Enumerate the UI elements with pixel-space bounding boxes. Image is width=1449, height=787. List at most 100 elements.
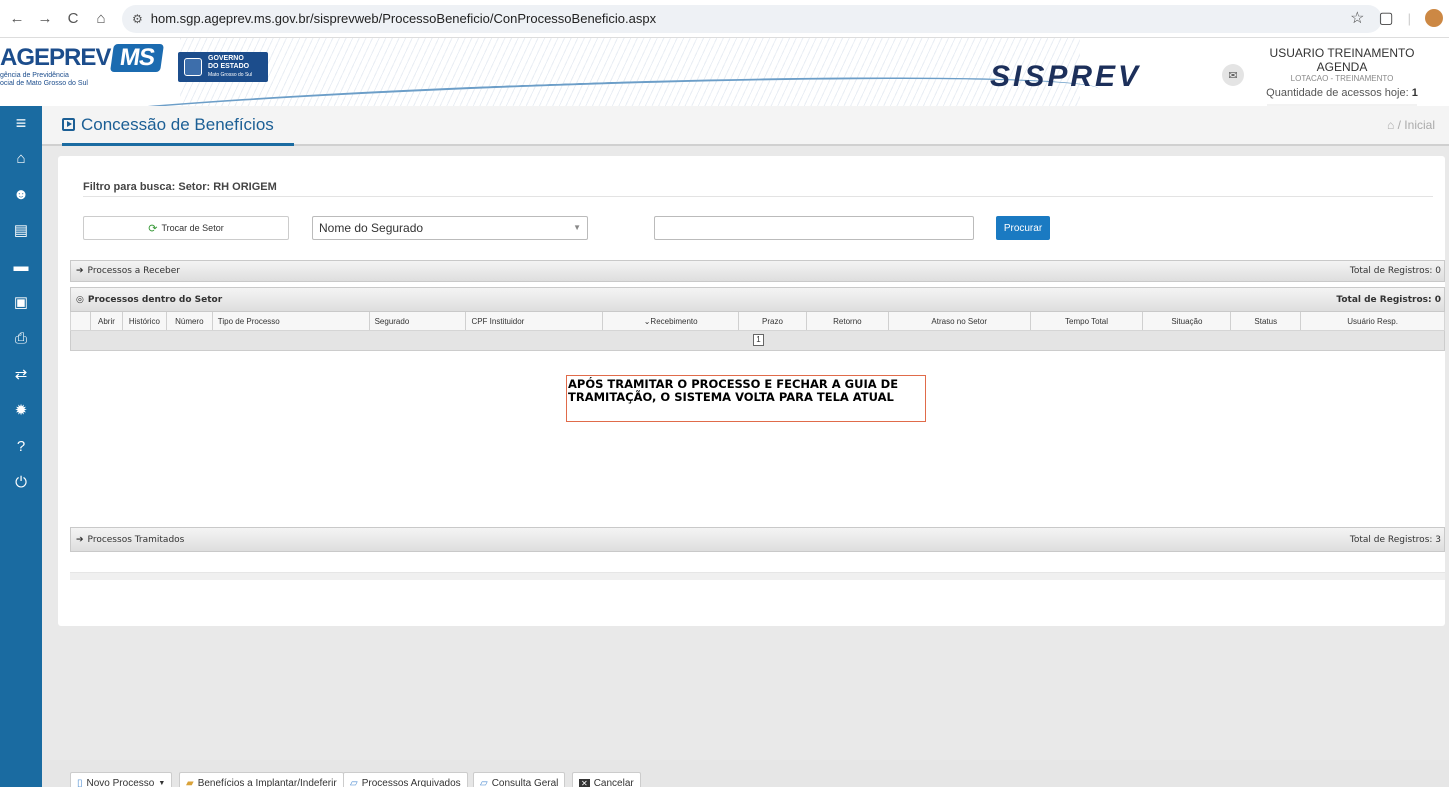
- users-icon[interactable]: ☻: [0, 176, 42, 212]
- procurar-button[interactable]: Procurar: [996, 216, 1050, 240]
- trocar-setor-button[interactable]: ⟳ Trocar de Setor: [83, 216, 289, 240]
- folder-icon: ▰: [186, 777, 194, 787]
- home-icon[interactable]: ⌂: [90, 8, 112, 30]
- governo-logo: GOVERNO DO ESTADO Mato Grosso do Sul: [178, 52, 268, 82]
- gear-icon[interactable]: ✹: [0, 392, 42, 428]
- help-icon[interactable]: ?: [0, 428, 42, 464]
- user-name: USUARIO TREINAMENTO AGENDA: [1269, 46, 1415, 74]
- annotation-box: APÓS TRAMITAR O PROCESSO E FECHAR A GUIA…: [566, 375, 926, 422]
- col-cpf-instituidor[interactable]: CPF Instituidor: [466, 312, 604, 330]
- sidebar: ≡ ⌂ ☻ ▤ ▬ ▣ ⎙ ⇄ ✹ ? ⏻: [0, 106, 42, 787]
- money-icon[interactable]: ▣: [0, 284, 42, 320]
- filter-divider: [83, 196, 1433, 197]
- processes-table-header: Abrir Histórico Número Tipo de Processo …: [70, 312, 1445, 331]
- col-numero[interactable]: Número: [167, 312, 213, 330]
- address-bar[interactable]: ⚙ hom.sgp.ageprev.ms.gov.br/sisprevweb/P…: [122, 4, 1382, 33]
- archive-icon[interactable]: ▬: [0, 248, 42, 284]
- annotation-line-2: TRAMITAÇÃO, O SISTEMA VOLTA PARA TELA AT…: [568, 390, 894, 404]
- cancelar-button[interactable]: ✕ Cancelar: [572, 772, 641, 787]
- chevron-down-icon: ▼: [573, 223, 581, 232]
- mail-icon[interactable]: ✉: [1222, 64, 1244, 86]
- sign-in-icon: ➔: [76, 534, 84, 545]
- building-icon[interactable]: ▤: [0, 212, 42, 248]
- section-processos-a-receber[interactable]: ➔ Processos a Receber Total de Registros…: [70, 260, 1445, 282]
- beneficios-implantar-button[interactable]: ▰ Benefícios a Implantar/Indeferir: [179, 772, 344, 787]
- col-situacao[interactable]: Situação: [1143, 312, 1232, 330]
- col-status[interactable]: Status: [1231, 312, 1302, 330]
- gov-line-3: Mato Grosso do Sul: [208, 72, 253, 78]
- power-circle-icon: ◎: [76, 294, 84, 305]
- power-icon[interactable]: ⏻: [0, 464, 42, 500]
- forward-icon[interactable]: →: [34, 8, 56, 30]
- sort-down-icon: ⌄: [643, 316, 651, 326]
- col-prazo[interactable]: Prazo: [739, 312, 807, 330]
- close-icon: ✕: [579, 778, 590, 787]
- state-seal-icon: [184, 58, 202, 76]
- url-text: hom.sgp.ageprev.ms.gov.br/sisprevweb/Pro…: [150, 11, 657, 26]
- site-settings-icon[interactable]: ⚙: [132, 12, 143, 26]
- search-input[interactable]: [654, 216, 974, 240]
- tramitados-empty-row: [70, 572, 1445, 580]
- gov-line-2: DO ESTADO: [208, 63, 250, 70]
- ageprev-logo[interactable]: AGEPREV MS gência de Previdência ocial de…: [0, 44, 165, 88]
- user-info: USUARIO TREINAMENTO AGENDA LOTACAO - TRE…: [1252, 46, 1432, 106]
- profile-avatar[interactable]: [1425, 9, 1443, 27]
- breadcrumb: ⌂ / Inicial: [1387, 118, 1435, 132]
- novo-processo-label: Novo Processo: [86, 777, 155, 787]
- access-count: Quantidade de acessos hoje: 1: [1252, 87, 1432, 99]
- section-processos-tramitados[interactable]: ➔ Processos Tramitados Total de Registro…: [70, 527, 1445, 552]
- section-dentro-total: Total de Registros: 0: [1336, 294, 1441, 305]
- bookmark-star-icon[interactable]: ☆: [1350, 8, 1364, 28]
- bottom-toolbar: ▯ Novo Processo ▼ ▰ Benefícios a Implant…: [42, 760, 1449, 787]
- col-usuario-resp[interactable]: Usuário Resp.: [1301, 312, 1444, 330]
- back-icon[interactable]: ←: [6, 8, 28, 30]
- extensions-icon[interactable]: ▢: [1378, 8, 1393, 28]
- search-doc-icon: ▱: [480, 777, 488, 787]
- logo-main-text: AGEPREV: [0, 44, 111, 71]
- page-title-bar: Concessão de Benefícios ⌂ / Inicial: [42, 106, 1449, 146]
- section-tramitados-total: Total de Registros: 3: [1349, 534, 1441, 545]
- section-dentro-label: Processos dentro do Setor: [87, 294, 223, 305]
- archive-search-icon: ▱: [350, 777, 358, 787]
- user-lotacao: LOTACAO - TREINAMENTO: [1290, 74, 1394, 83]
- exchange-icon[interactable]: ⇄: [0, 356, 42, 392]
- logo-ms-text: MS: [110, 44, 165, 72]
- arquivados-label: Processos Arquivados: [361, 777, 461, 787]
- browser-toolbar: ← → C ⌂ ⚙ hom.sgp.ageprev.ms.gov.br/sisp…: [0, 0, 1449, 38]
- new-file-icon: ▯: [77, 777, 83, 787]
- col-recebimento[interactable]: ⌄ Recebimento: [603, 312, 740, 330]
- page-title-text: Concessão de Benefícios: [81, 114, 274, 134]
- beneficios-label: Benefícios a Implantar/Indeferir: [197, 777, 337, 787]
- breadcrumb-inicial[interactable]: / Inicial: [1398, 118, 1435, 132]
- section-processos-dentro-do-setor[interactable]: ◎ Processos dentro do Setor Total de Reg…: [70, 287, 1445, 312]
- print-icon[interactable]: ⎙: [0, 320, 42, 356]
- filter-label: Filtro para busca: Setor: RH ORIGEM: [83, 181, 277, 193]
- menu-icon[interactable]: ≡: [0, 106, 42, 140]
- caret-down-icon: ▼: [158, 779, 166, 787]
- col-abrir[interactable]: Abrir: [91, 312, 123, 330]
- col-tipo-processo[interactable]: Tipo de Processo: [213, 312, 370, 330]
- sign-in-icon: ➔: [76, 266, 84, 276]
- page-number[interactable]: 1: [753, 334, 764, 346]
- logo-subtitle-1: gência de Previdência: [0, 72, 69, 79]
- app-header: AGEPREV MS gência de Previdência ocial de…: [0, 38, 1449, 106]
- col-recebimento-label: Recebimento: [650, 316, 698, 326]
- col-retorno[interactable]: Retorno: [807, 312, 889, 330]
- logo-subtitle-2: ocial de Mato Grosso do Sul: [0, 80, 88, 87]
- play-square-icon: [62, 118, 75, 131]
- novo-processo-button[interactable]: ▯ Novo Processo ▼: [70, 772, 173, 787]
- col-historico[interactable]: Histórico: [123, 312, 167, 330]
- search-type-select[interactable]: Nome do Segurado ▼: [312, 216, 588, 240]
- section-receber-total: Total de Registros: 0: [1349, 266, 1441, 276]
- browser-actions: ☆ ▢ |: [1350, 8, 1443, 28]
- breadcrumb-home-icon[interactable]: ⌂: [1387, 118, 1394, 132]
- access-number: 1: [1411, 87, 1418, 99]
- col-tempo-total[interactable]: Tempo Total: [1031, 312, 1144, 330]
- reload-icon[interactable]: C: [62, 8, 84, 30]
- processos-arquivados-button[interactable]: ▱ Processos Arquivados: [343, 772, 468, 787]
- col-atraso-setor[interactable]: Atraso no Setor: [889, 312, 1031, 330]
- table-pager: 1: [70, 331, 1445, 351]
- col-segurado[interactable]: Segurado: [370, 312, 467, 330]
- home-icon[interactable]: ⌂: [0, 140, 42, 176]
- consulta-geral-button[interactable]: ▱ Consulta Geral: [473, 772, 566, 787]
